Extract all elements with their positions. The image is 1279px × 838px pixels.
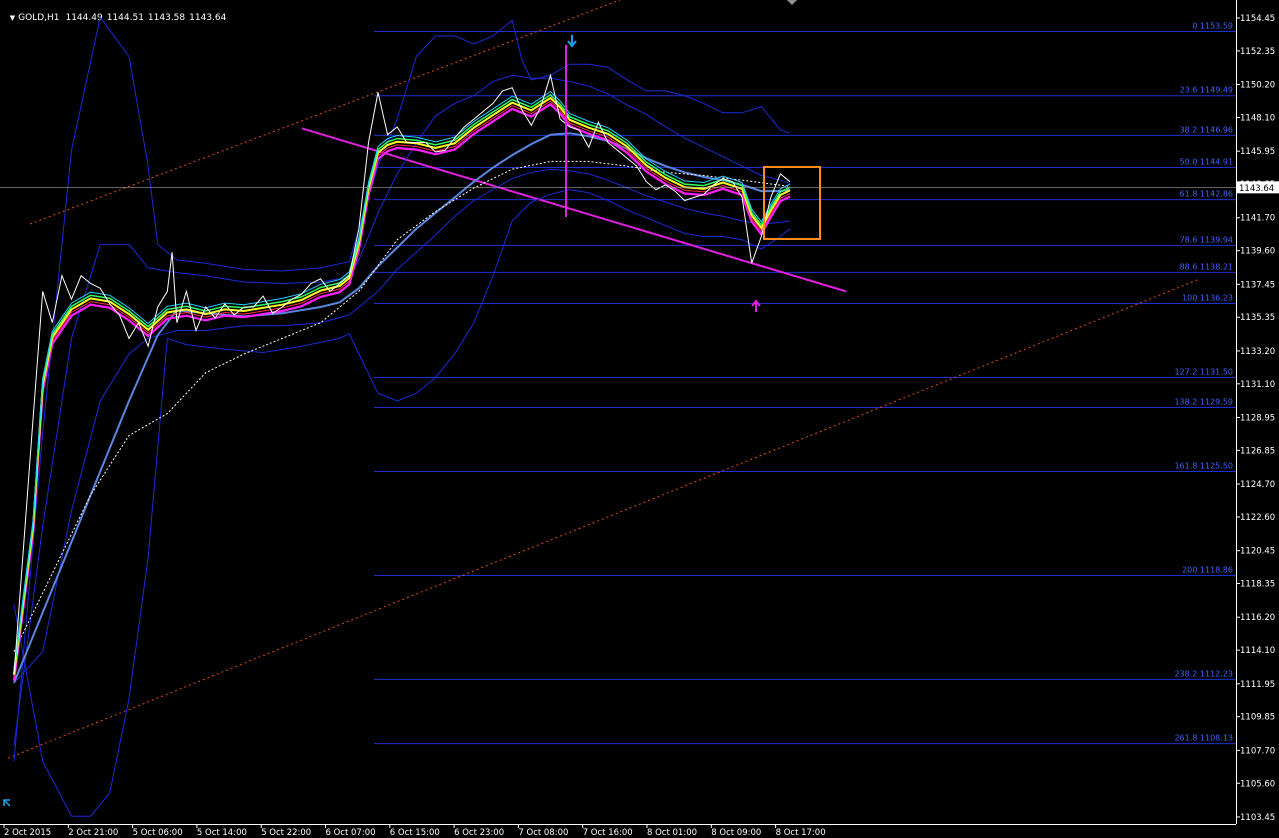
price-tick-label: 1128.95: [1240, 413, 1275, 423]
time-tick-label: 7 Oct 08:00: [518, 828, 568, 838]
fib-level-label: 50.0 1144.91: [1180, 157, 1233, 166]
price-tick-label: 1145.95: [1240, 147, 1275, 157]
fibonacci-levels: 0 1153.59 23.6 1149.49 38.2 1146.96 50.0 11…: [374, 21, 1236, 745]
fib-level-label: 261.8 1108.13: [1174, 734, 1233, 743]
price-tick-label: 1152.35: [1240, 47, 1275, 57]
price-tick-label: 1135.35: [1240, 313, 1275, 323]
price-tick-label: 1105.60: [1240, 779, 1275, 789]
trend-channel: [7, 0, 1201, 759]
fib-level-label: 78.6 1139.94: [1180, 235, 1233, 244]
price-chart[interactable]: 0 1153.59 23.6 1149.49 38.2 1146.96 50.0 11…: [0, 0, 1279, 838]
time-tick-label: 7 Oct 16:00: [583, 828, 633, 838]
bollinger-lower-band: [13, 189, 791, 817]
price-tick-label: 1141.70: [1240, 214, 1275, 224]
slow-moving-average: [13, 132, 791, 684]
fib-level-label: 23.6 1149.49: [1180, 86, 1233, 95]
fib-level-label: 161.8 1125.50: [1174, 462, 1233, 471]
arrow-down-icon: [567, 35, 577, 48]
bollinger-upper-band: [13, 16, 791, 762]
time-tick-label: 8 Oct 09:00: [711, 828, 761, 838]
price-tick-label: 1103.45: [1240, 813, 1275, 823]
time-tick-label: 8 Oct 17:00: [776, 828, 826, 838]
time-tick-label: 6 Oct 23:00: [454, 828, 504, 838]
time-tick-label: 5 Oct 22:00: [261, 828, 311, 838]
time-tick-label: 2 Oct 21:00: [68, 828, 118, 838]
price-tick-label: 1109.85: [1240, 713, 1275, 723]
price-tick-label: 1133.20: [1240, 347, 1275, 357]
price-tick-label: 1150.20: [1240, 81, 1275, 91]
price-tick-label: 1137.45: [1240, 280, 1275, 290]
current-price-label: 1143.64: [1239, 184, 1274, 194]
annotations: [3, 0, 821, 807]
time-tick-label: 5 Oct 06:00: [133, 828, 183, 838]
scroll-marker-icon: [787, 0, 797, 5]
arrow-up-icon: [751, 299, 761, 312]
price-tick-label: 1120.45: [1240, 547, 1275, 557]
price-tick-label: 1118.35: [1240, 580, 1275, 590]
fib-level-label: 88.6 1138.21: [1180, 262, 1233, 271]
fib-level-label: 200 1118.86: [1182, 566, 1233, 575]
fib-level-label: 100 1136.23: [1182, 293, 1233, 302]
time-tick-label: 6 Oct 07:00: [326, 828, 376, 838]
fib-level-label: 138.2 1129.59: [1174, 397, 1233, 406]
time-tick-label: 8 Oct 01:00: [647, 828, 697, 838]
price-tick-label: 1124.70: [1240, 480, 1275, 490]
channel-upper-line: [29, 0, 621, 225]
price-tick-label: 1154.45: [1240, 14, 1275, 24]
price-tick-label: 1114.10: [1240, 646, 1275, 656]
price-tick-label: 1107.70: [1240, 746, 1275, 756]
fib-level-label: 238.2 1112.23: [1174, 669, 1233, 678]
corner-arrow-icon: [3, 799, 11, 807]
axes: 1154.45 1152.35 1150.20 1148.10 1145.95 1143.…: [0, 0, 1279, 838]
price-tick-label: 1116.20: [1240, 613, 1275, 623]
price-tick-label: 1111.95: [1240, 680, 1275, 690]
time-tick-label: 2 Oct 2015: [4, 828, 51, 838]
bollinger-bands: [13, 16, 791, 817]
moving-averages: [12, 90, 791, 684]
fib-level-label: 0 1153.59: [1192, 21, 1233, 30]
channel-lower-line: [7, 278, 1201, 759]
price-tick-label: 1139.60: [1240, 247, 1275, 257]
time-tick-label: 6 Oct 15:00: [390, 828, 440, 838]
price-tick-label: 1131.10: [1240, 380, 1275, 390]
time-tick-label: 5 Oct 14:00: [197, 828, 247, 838]
price-tick-label: 1148.10: [1240, 113, 1275, 123]
price-tick-label: 1126.85: [1240, 446, 1275, 456]
fib-level-label: 61.8 1142.86: [1180, 190, 1233, 199]
dotted-moving-average: [13, 160, 791, 652]
price-tick-label: 1122.60: [1240, 513, 1275, 523]
fib-level-label: 127.2 1131.50: [1174, 368, 1233, 377]
fib-level-label: 38.2 1146.96: [1180, 125, 1233, 134]
